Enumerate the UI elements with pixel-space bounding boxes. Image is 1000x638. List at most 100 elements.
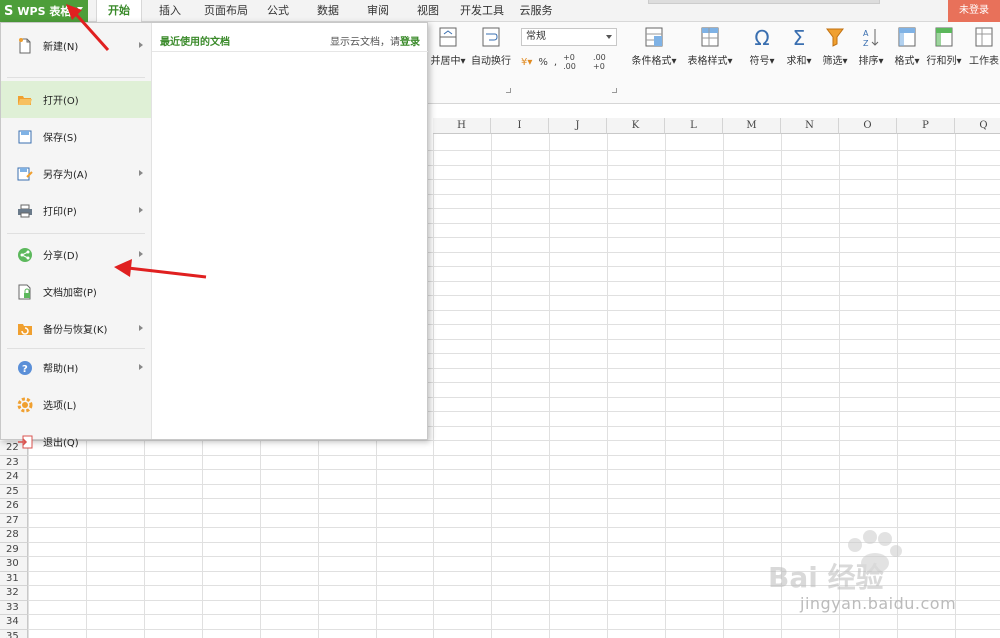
column-header-J[interactable]: J: [549, 118, 607, 134]
cloud-docs-text: 显示云文档，请: [330, 37, 400, 48]
row-header-32[interactable]: 32: [0, 586, 28, 601]
number-dialog-launcher-icon[interactable]: [612, 88, 617, 93]
table-style-button[interactable]: 表格样式▾: [684, 26, 736, 67]
menu-item-label: 退出(Q): [43, 438, 79, 449]
column-header-N[interactable]: N: [781, 118, 839, 134]
share-icon: [17, 247, 33, 263]
funnel-filter-icon: [826, 28, 844, 47]
open-folder-icon: [17, 92, 33, 108]
wrap-text-button[interactable]: 自动换行: [470, 26, 512, 67]
row-header-30[interactable]: 30: [0, 557, 28, 572]
file-menu-dropdown: 新建(N) 打开(O) 保存(S) 另存为(A) 打印(P) 分享(D) 文档加…: [0, 22, 428, 449]
tab-page-layout[interactable]: 页面布局: [198, 0, 254, 22]
row-header-25[interactable]: 25: [0, 484, 28, 499]
row-column-icon: [935, 27, 953, 47]
exit-icon: [17, 434, 33, 450]
wps-spreadsheet-window: S WPS 表格 开始 插入 页面布局 公式 数据 审阅 视图 开发工具 云服务…: [0, 0, 1000, 638]
menu-item-print[interactable]: 打印(P): [1, 192, 151, 229]
column-header-Q[interactable]: Q: [955, 118, 1000, 134]
wrap-text-icon: [482, 27, 500, 47]
row-header-34[interactable]: 34: [0, 615, 28, 630]
worksheet-icon: [975, 27, 993, 47]
gridline: [665, 134, 666, 638]
print-icon: [17, 203, 33, 219]
sort-button[interactable]: AZ 排序▾: [854, 26, 888, 67]
tab-developer[interactable]: 开发工具: [456, 0, 508, 22]
column-header-O[interactable]: O: [839, 118, 897, 134]
row-header-31[interactable]: 31: [0, 571, 28, 586]
chevron-right-icon: [139, 170, 143, 176]
menu-item-open[interactable]: 打开(O): [1, 81, 151, 118]
tab-data[interactable]: 数据: [310, 0, 346, 22]
menu-item-save[interactable]: 保存(S): [1, 118, 151, 155]
row-column-button[interactable]: 行和列▾: [926, 26, 962, 67]
increase-decimal-button[interactable]: +0 .00: [563, 53, 587, 71]
backup-icon: [17, 321, 33, 337]
sort-label: 排序: [858, 56, 879, 67]
svg-text:?: ?: [22, 364, 28, 375]
row-header-28[interactable]: 28: [0, 528, 28, 543]
column-header-M[interactable]: M: [723, 118, 781, 134]
login-button[interactable]: 未登录: [948, 0, 1000, 22]
row-header-33[interactable]: 33: [0, 600, 28, 615]
title-box: [648, 0, 880, 4]
row-header-24[interactable]: 24: [0, 470, 28, 485]
menu-item-backup-restore[interactable]: 备份与恢复(K): [1, 310, 151, 347]
symbol-label: 符号: [749, 56, 770, 67]
chevron-right-icon: [139, 42, 143, 48]
recent-documents-panel: 最近使用的文档 显示云文档，请登录: [152, 23, 428, 439]
column-header-H[interactable]: H: [433, 118, 491, 134]
row-header-29[interactable]: 29: [0, 542, 28, 557]
wrap-text-label: 自动换行: [471, 56, 511, 67]
column-header-L[interactable]: L: [665, 118, 723, 134]
alignment-dialog-launcher-icon[interactable]: [506, 88, 511, 93]
gridline: [549, 134, 550, 638]
comma-button[interactable]: ,: [554, 57, 557, 68]
merge-center-button[interactable]: 并居中▾: [428, 26, 468, 67]
number-format-select[interactable]: 常规: [521, 28, 617, 46]
conditional-format-button[interactable]: 条件格式▾: [628, 26, 680, 67]
chevron-right-icon: [139, 325, 143, 331]
column-header-K[interactable]: K: [607, 118, 665, 134]
row-header-27[interactable]: 27: [0, 513, 28, 528]
menu-divider: [7, 77, 145, 78]
currency-icon[interactable]: ¥▾: [521, 57, 532, 68]
row-header-26[interactable]: 26: [0, 499, 28, 514]
table-style-icon: [701, 27, 719, 47]
row-column-label: 行和列: [926, 56, 957, 67]
worksheet-button[interactable]: 工作表: [968, 26, 1000, 67]
symbol-button[interactable]: Ω 符号▾: [745, 26, 779, 67]
column-header-P[interactable]: P: [897, 118, 955, 134]
sum-button[interactable]: Σ 求和▾: [782, 26, 816, 67]
format-button[interactable]: 格式▾: [890, 26, 924, 67]
sort-az-icon: AZ: [863, 29, 879, 48]
menu-item-options[interactable]: 选项(L): [1, 386, 151, 423]
tab-insert[interactable]: 插入: [150, 0, 190, 22]
help-icon: ?: [17, 360, 33, 376]
gridline: [607, 134, 608, 638]
recent-documents-title: 最近使用的文档: [160, 37, 230, 48]
gridline: [28, 469, 1000, 470]
tab-formula[interactable]: 公式: [260, 0, 296, 22]
chevron-down-icon: [606, 35, 612, 39]
filter-button[interactable]: 筛选▾: [818, 26, 852, 67]
menu-item-save-as[interactable]: 另存为(A): [1, 155, 151, 192]
row-header-35[interactable]: 35: [0, 629, 28, 638]
number-format-buttons: ¥▾ % , +0 .00 .00 +0: [521, 52, 617, 72]
gridline: [723, 134, 724, 638]
cloud-login-link[interactable]: 登录: [400, 37, 420, 48]
menu-item-exit[interactable]: 退出(Q): [1, 423, 151, 460]
menu-item-help[interactable]: ? 帮助(H): [1, 349, 151, 386]
tab-cloud-service[interactable]: 云服务: [514, 0, 558, 22]
merge-center-icon: [439, 27, 457, 47]
tab-view[interactable]: 视图: [410, 0, 446, 22]
number-format-value: 常规: [526, 31, 546, 42]
format-cells-icon: [898, 27, 916, 47]
decrease-decimal-button[interactable]: .00 +0: [593, 53, 617, 71]
percent-button[interactable]: %: [538, 57, 548, 68]
tab-review[interactable]: 审阅: [360, 0, 396, 22]
menu-item-label: 备份与恢复(K): [43, 325, 108, 336]
panel-divider: [152, 51, 428, 52]
gridline: [28, 512, 1000, 514]
column-header-I[interactable]: I: [491, 118, 549, 134]
